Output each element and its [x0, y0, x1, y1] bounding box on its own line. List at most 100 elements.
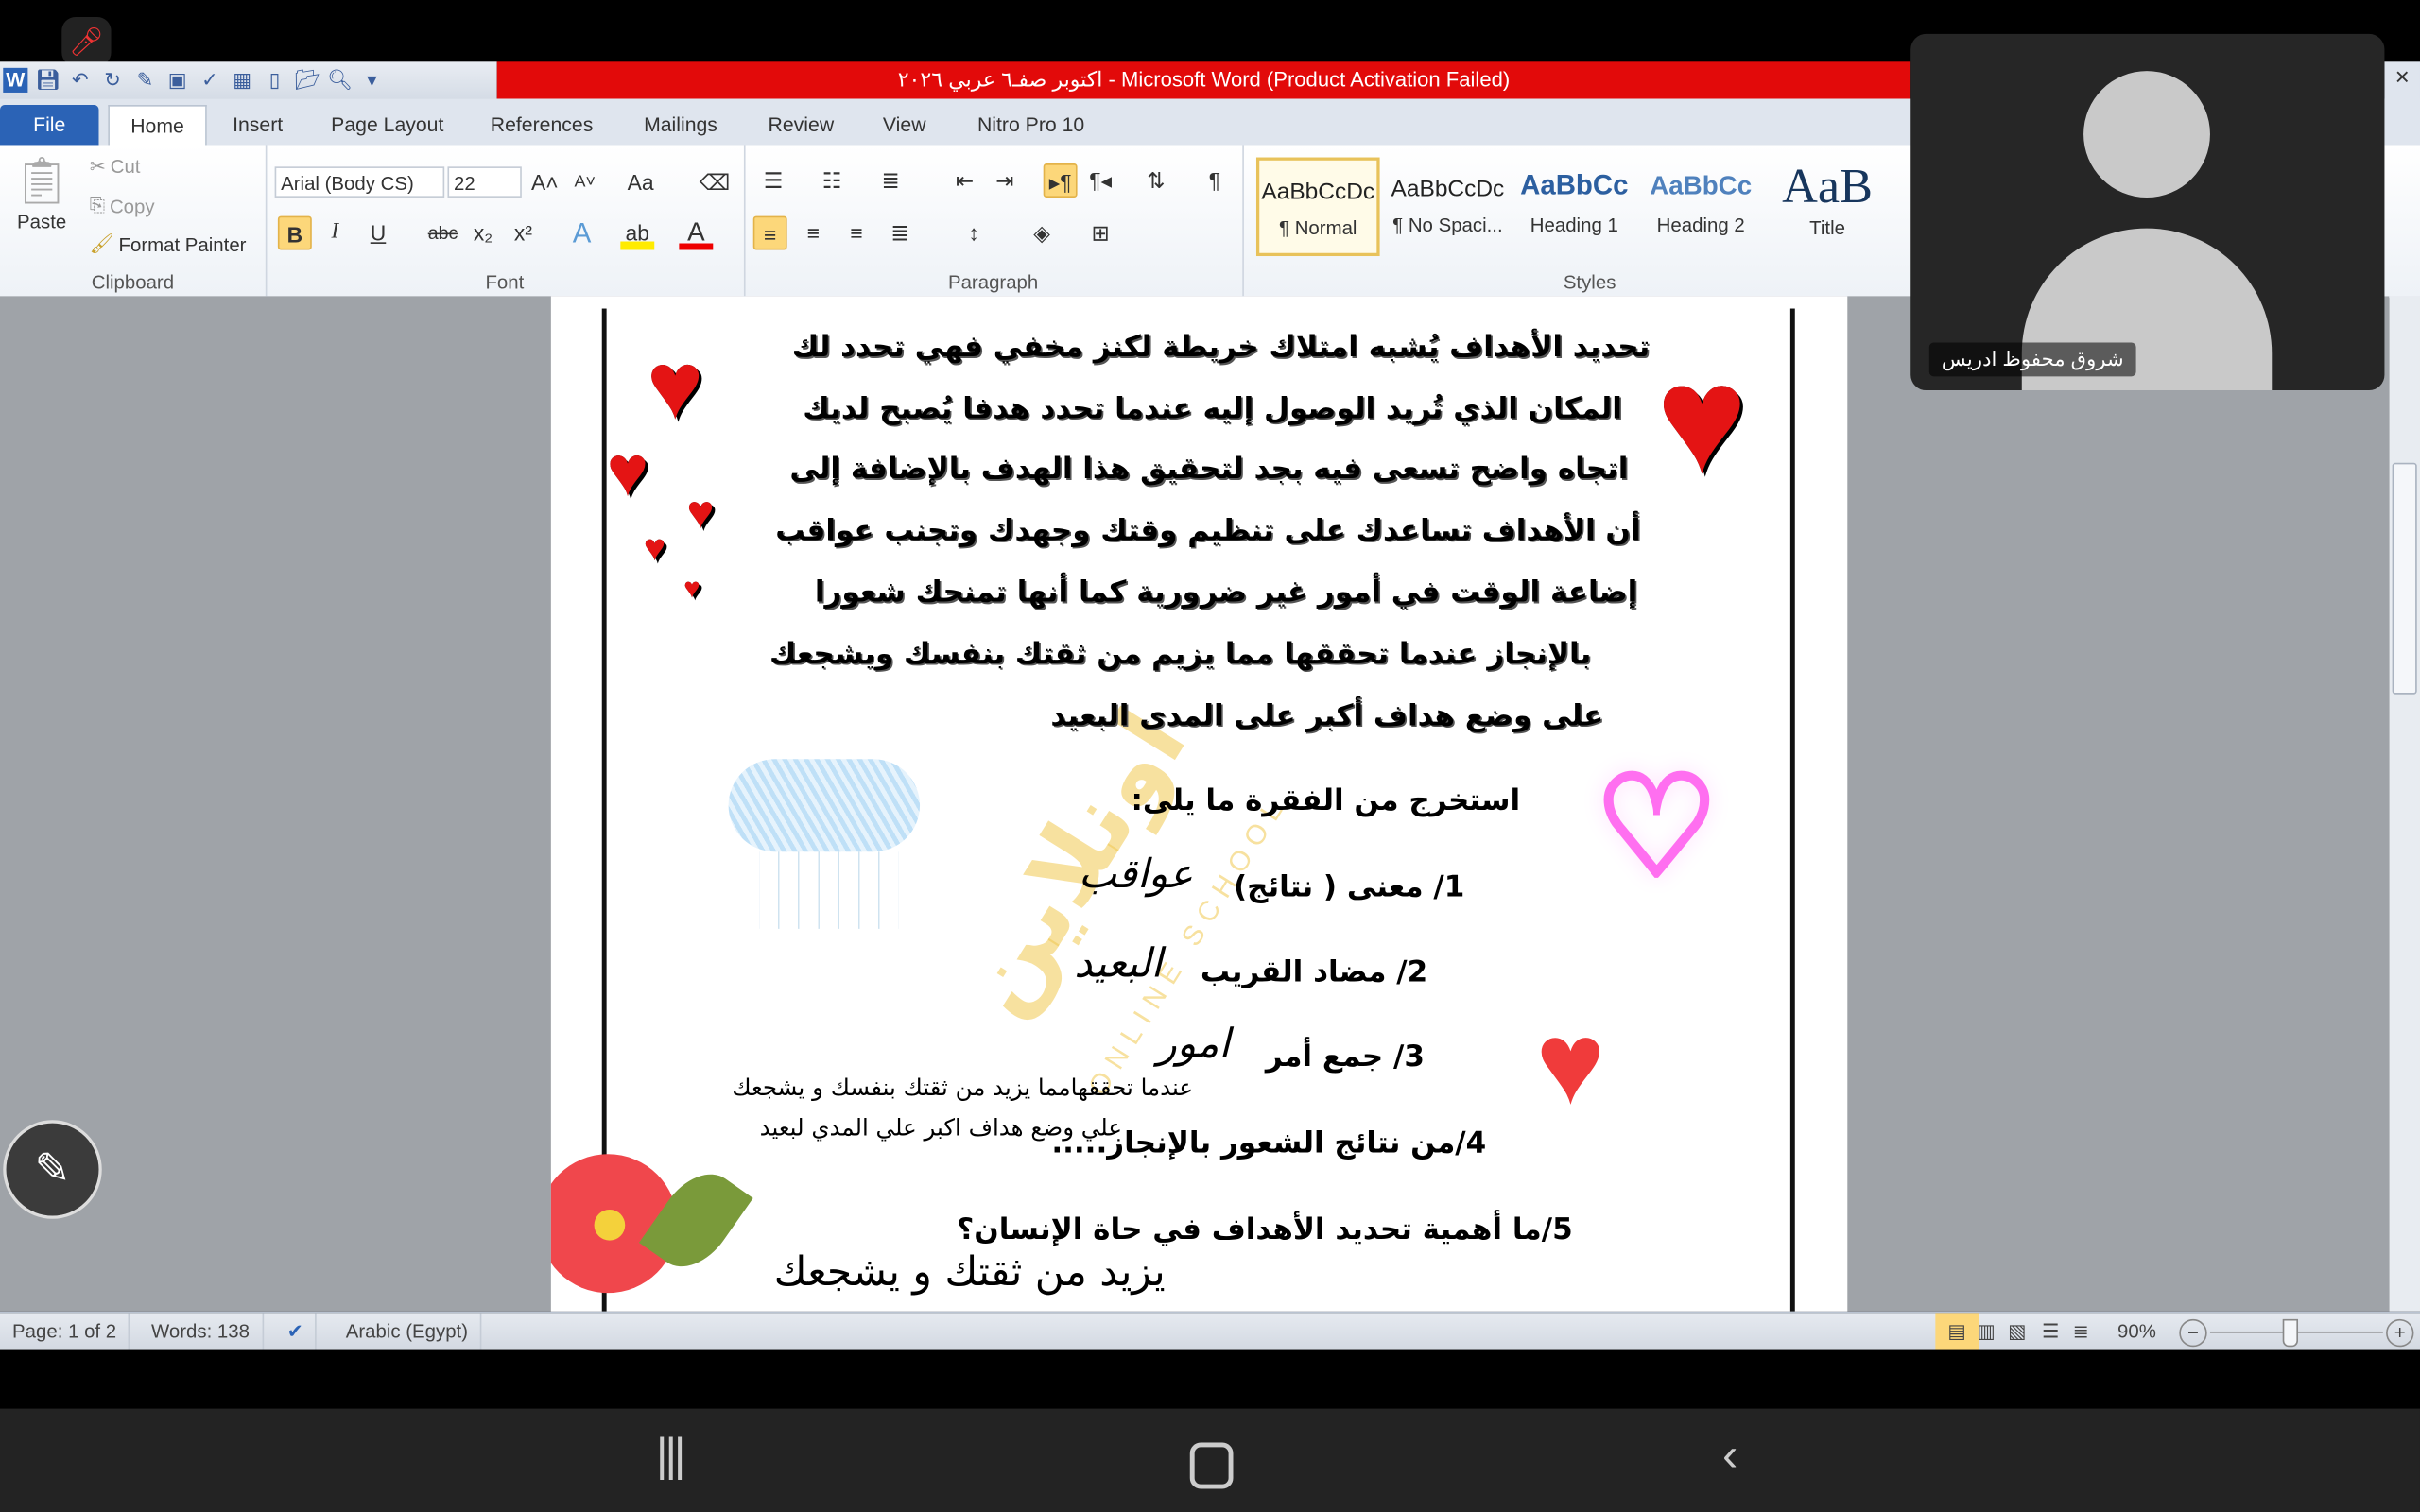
back-icon[interactable]: ‹: [1722, 1430, 1737, 1483]
align-left-button[interactable]: ≡: [752, 215, 787, 250]
shrink-font-icon[interactable]: A˅: [568, 165, 602, 199]
shading-icon[interactable]: ◈: [1025, 216, 1059, 250]
zoom-out-button[interactable]: −: [2179, 1318, 2207, 1348]
full-screen-reading-icon[interactable]: ▥: [1973, 1313, 2000, 1351]
tab-file[interactable]: File: [0, 105, 99, 146]
zoom-level[interactable]: 90%: [2105, 1313, 2169, 1351]
superscript-button[interactable]: x²: [507, 216, 541, 250]
mic-muted-icon[interactable]: 🎤︎: [61, 16, 112, 67]
tab-insert[interactable]: Insert: [216, 105, 300, 145]
align-right-button[interactable]: ≡: [839, 216, 873, 250]
change-case-icon[interactable]: Aa: [624, 165, 658, 199]
page-count[interactable]: Page: 1 of 2: [0, 1313, 130, 1352]
save-icon[interactable]: 💾︎: [36, 68, 61, 93]
undo-icon[interactable]: ↶: [68, 68, 93, 93]
print-preview-icon[interactable]: 🔍︎: [327, 68, 353, 93]
bullets-icon[interactable]: ☰: [756, 163, 790, 198]
recent-apps-icon[interactable]: |||: [656, 1430, 686, 1483]
font-size-select[interactable]: 22: [447, 166, 522, 198]
style-no-spacing[interactable]: AaBbCcDc ¶ No Spaci...: [1386, 158, 1510, 256]
right-to-left-button[interactable]: ▸¶: [1043, 163, 1078, 198]
paragraph-line: المكان الذي تُريد الوصول إليه عندما تحدد…: [803, 391, 1622, 426]
paragraph-group: ☰ ☷ ≣ ⇤ ⇥ ▸¶ ¶◂ ⇅ ¶ ≡ ≡ ≡ ≣ ↕ ◈ ⊞ Paragr…: [744, 145, 1244, 297]
tab-review[interactable]: Review: [753, 105, 849, 145]
text-effects-icon[interactable]: A: [565, 216, 599, 250]
video-tile[interactable]: شروق محفوظ ادريس: [1910, 33, 2385, 391]
cut-button[interactable]: ✂ Cut: [90, 154, 141, 178]
bold-button[interactable]: B: [277, 215, 312, 250]
window-title: اكتوبر صفـ٦ عربي ٢٠٢٦ - Microsoft Word (…: [496, 61, 1911, 99]
question-2: 2/ مضاد القريب: [1200, 954, 1428, 989]
tab-view[interactable]: View: [866, 105, 943, 145]
new-document-icon[interactable]: ▯: [263, 68, 287, 93]
redo-icon[interactable]: ↻: [100, 68, 125, 93]
zoom-slider-thumb[interactable]: [2282, 1318, 2299, 1348]
zoom-in-button[interactable]: +: [2386, 1318, 2414, 1348]
pixel-heart-icon: ♥: [683, 572, 700, 604]
grow-font-icon[interactable]: A˄: [527, 165, 562, 199]
instruction: استخرج من الفقرة ما يلى:: [1131, 783, 1521, 818]
open-icon[interactable]: 📂︎: [295, 68, 320, 93]
scrollbar-thumb[interactable]: [2392, 462, 2417, 695]
vertical-scrollbar[interactable]: [2389, 296, 2420, 1312]
multilevel-list-icon[interactable]: ≣: [873, 163, 908, 198]
customize-toolbar-icon[interactable]: ▾: [359, 68, 384, 93]
show-marks-icon[interactable]: ¶: [1198, 163, 1232, 198]
status-bar: Page: 1 of 2 Words: 138 ✔ Arabic (Egypt)…: [0, 1311, 2420, 1352]
document-page[interactable]: اونلاين ONLINE SCHOOL تحديد الأهداف يُشب…: [550, 296, 1848, 1312]
android-nav-bar: ||| ‹: [0, 1408, 2420, 1512]
increase-indent-icon[interactable]: ⇥: [988, 163, 1022, 198]
outline-icon[interactable]: ☰: [2037, 1313, 2064, 1351]
question-3: 3/ جمع أمر: [1265, 1040, 1425, 1074]
format-painter-button[interactable]: 🖌︎ Format Painter: [90, 233, 247, 256]
draft-icon[interactable]: ≣: [2068, 1313, 2094, 1351]
tab-page-layout[interactable]: Page Layout: [317, 105, 458, 145]
line-spacing-icon[interactable]: ↕: [957, 216, 991, 250]
tab-home[interactable]: Home: [108, 105, 207, 147]
word-logo-icon: W: [3, 67, 28, 93]
paragraph-line: أن الأهداف تساعدك على تنظيم وقتك وجهدك و…: [775, 513, 1641, 548]
align-center-button[interactable]: ≡: [796, 216, 830, 250]
word-count[interactable]: Words: 138: [139, 1313, 264, 1352]
question-5: 5/ما أهمية تحديد الأهداف في حاة الإنسان؟: [957, 1212, 1573, 1247]
styles-group: AaBbCcDc ¶ Normal AaBbCcDc ¶ No Spaci... A…: [1250, 145, 1928, 296]
borders-icon[interactable]: ⊞: [1083, 216, 1117, 250]
pencil-icon[interactable]: ✎: [3, 1120, 102, 1219]
language[interactable]: Arabic (Egypt): [334, 1313, 482, 1352]
sort-icon[interactable]: ⇅: [1139, 163, 1173, 198]
style-heading-2[interactable]: AaBbCc Heading 2: [1639, 158, 1763, 256]
web-layout-icon[interactable]: ▧: [2003, 1313, 2031, 1351]
font-name-select[interactable]: Arial (Body CS): [274, 166, 445, 198]
spelling-icon[interactable]: ✓: [198, 68, 222, 93]
font-label: Font: [485, 271, 525, 294]
style-title[interactable]: AaB Title: [1766, 158, 1890, 256]
paste-button[interactable]: 📋︎ Paste: [12, 154, 71, 233]
open-folder-icon[interactable]: ▣: [165, 68, 190, 93]
tab-mailings[interactable]: Mailings: [625, 105, 736, 145]
tab-references[interactable]: References: [475, 105, 608, 145]
tab-nitro-pro[interactable]: Nitro Pro 10: [960, 105, 1102, 145]
style-heading-1[interactable]: AaBbCc Heading 1: [1512, 158, 1636, 256]
proofing-icon[interactable]: ✔: [275, 1313, 318, 1352]
decrease-indent-icon[interactable]: ⇤: [947, 163, 981, 198]
table-icon[interactable]: ▦: [230, 68, 254, 93]
style-normal[interactable]: AaBbCcDc ¶ Normal: [1255, 157, 1380, 257]
underline-button[interactable]: U: [361, 216, 395, 250]
numbering-icon[interactable]: ☷: [815, 163, 849, 198]
justify-button[interactable]: ≣: [883, 216, 917, 250]
close-icon[interactable]: ×: [2384, 65, 2420, 93]
left-to-right-button[interactable]: ¶◂: [1083, 163, 1117, 198]
font-color-icon[interactable]: A: [679, 215, 714, 250]
copy-button[interactable]: ⎘ Copy: [90, 195, 155, 217]
subscript-button[interactable]: x₂: [466, 216, 500, 250]
highlight-icon[interactable]: ab: [620, 215, 655, 250]
edit-icon[interactable]: ✎: [132, 68, 157, 93]
italic-button[interactable]: I: [318, 216, 352, 250]
font-group: Arial (Body CS) 22 A˄ A˅ Aa ⌫ B I U abc …: [266, 145, 746, 297]
paragraph-line: إضاعة الوقت في أمور غير ضرورية كما أنها …: [814, 575, 1638, 610]
neon-heart-icon: ♡: [1591, 751, 1721, 906]
black-band: [0, 1349, 2420, 1409]
strikethrough-button[interactable]: abc: [426, 216, 460, 250]
clear-formatting-icon[interactable]: ⌫: [698, 165, 732, 199]
home-icon[interactable]: [1189, 1442, 1234, 1489]
